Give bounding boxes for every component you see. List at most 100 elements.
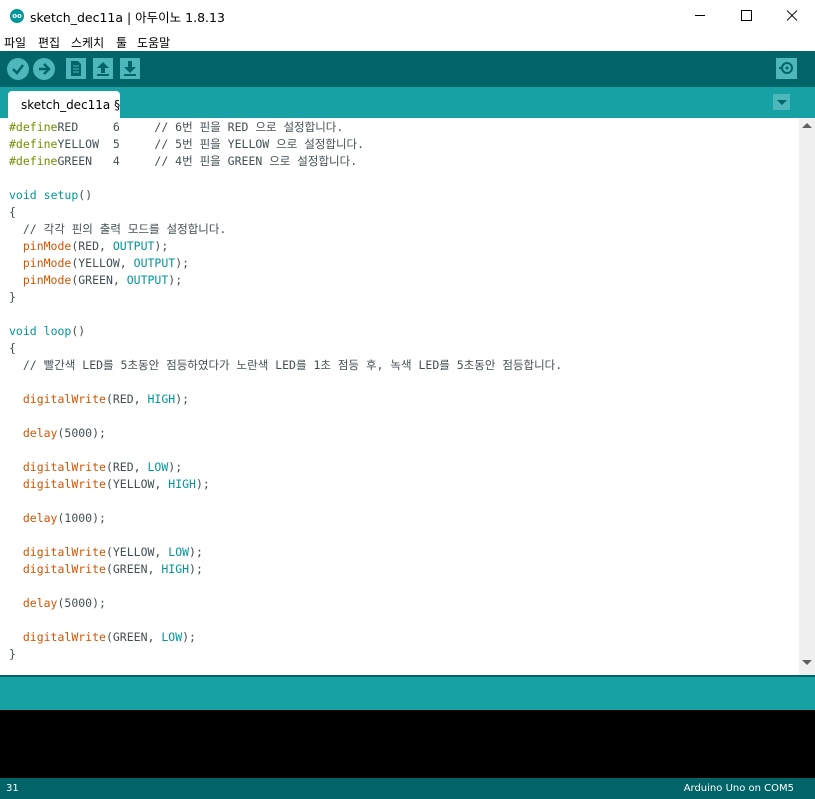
code-token: LOW <box>161 630 183 644</box>
code-token: LOW <box>147 460 169 474</box>
magnifier-icon <box>779 62 793 74</box>
new-file-icon <box>71 61 81 76</box>
code-line: pinMode(RED, OUTPUT); <box>9 238 168 255</box>
code-token: ); <box>175 392 190 406</box>
code-token: #define <box>9 154 58 168</box>
code-token: (YELLOW, <box>105 477 169 491</box>
editor-scrollbar[interactable] <box>799 118 815 675</box>
scroll-up-icon[interactable] <box>802 123 812 128</box>
code-token: (GREEN, <box>71 273 127 287</box>
code-token: pinMode <box>22 256 72 270</box>
code-token: RED 6 <box>57 120 155 134</box>
menu-edit[interactable]: 편집 <box>38 34 60 51</box>
arrow-right-icon <box>39 63 51 75</box>
code-token: HIGH <box>168 477 196 491</box>
code-token: void <box>9 324 37 338</box>
menu-file[interactable]: 파일 <box>4 34 26 51</box>
console-output[interactable] <box>0 710 815 778</box>
code-token: ); <box>168 460 183 474</box>
code-token: setup <box>43 188 79 202</box>
minimize-icon <box>695 15 705 16</box>
code-line: { <box>9 204 16 221</box>
code-token: OUTPUT <box>126 273 169 287</box>
tab-sketch[interactable]: sketch_dec11a § <box>8 91 120 118</box>
code-line: delay(5000); <box>9 425 106 442</box>
code-token: #define <box>9 137 58 151</box>
code-token: digitalWrite <box>22 630 106 644</box>
code-token: void <box>9 188 37 202</box>
code-token: // 5번 핀을 YELLOW 으로 설정합니다. <box>154 137 365 151</box>
toolbar <box>0 51 815 87</box>
code-token: digitalWrite <box>22 392 106 406</box>
title-bar: oo sketch_dec11a | 아두이노 1.8.13 <box>0 0 815 32</box>
menu-sketch[interactable]: 스케치 <box>71 34 104 51</box>
code-token: loop <box>43 324 72 338</box>
code-token: OUTPUT <box>112 239 155 253</box>
code-token: digitalWrite <box>22 562 106 576</box>
open-button[interactable] <box>93 58 113 79</box>
code-editor[interactable]: #defineRED 6 // 6번 핀을 RED 으로 설정합니다. #defi… <box>0 118 799 675</box>
code-token: // 6번 핀을 RED 으로 설정합니다. <box>154 120 344 134</box>
code-token: ); <box>168 273 183 287</box>
new-button[interactable] <box>66 58 86 79</box>
tab-bar: sketch_dec11a § <box>0 87 815 118</box>
code-token: digitalWrite <box>22 477 106 491</box>
close-button[interactable] <box>769 0 815 31</box>
code-line: digitalWrite(GREEN, HIGH); <box>9 561 203 578</box>
code-token: (YELLOW, <box>105 545 169 559</box>
code-line: #defineGREEN 4 // 4번 핀을 GREEN 으로 설정합니다. <box>9 153 357 170</box>
code-token: { <box>9 341 16 355</box>
tab-menu-button[interactable] <box>773 94 790 110</box>
code-line: } <box>9 289 16 306</box>
code-token: (GREEN, <box>105 562 162 576</box>
code-line: void loop() <box>9 323 85 340</box>
code-token: () <box>78 188 93 202</box>
scroll-down-icon[interactable] <box>802 660 812 665</box>
check-icon <box>12 64 24 75</box>
minimize-button[interactable] <box>677 0 723 31</box>
code-line: pinMode(GREEN, OUTPUT); <box>9 272 182 289</box>
code-token: (5000); <box>57 596 106 610</box>
arrow-down-icon <box>124 61 136 76</box>
board-info: Arduino Uno on COM5 <box>683 783 794 794</box>
code-token: (5000); <box>57 426 106 440</box>
code-line: } <box>9 646 16 663</box>
code-token: #define <box>9 120 58 134</box>
verify-button[interactable] <box>7 58 29 80</box>
code-token: GREEN 4 <box>57 154 155 168</box>
save-button[interactable] <box>120 58 140 79</box>
code-token: // 4번 핀을 GREEN 으로 설정합니다. <box>154 154 358 168</box>
code-token: (YELLOW, <box>71 256 134 270</box>
code-token: ); <box>154 239 169 253</box>
maximize-button[interactable] <box>723 0 769 31</box>
menu-help[interactable]: 도움말 <box>137 34 170 51</box>
menu-bar: 파일 편집 스케치 툴 도움말 <box>0 31 815 51</box>
message-area <box>0 677 815 710</box>
code-token: } <box>9 647 16 661</box>
code-line: delay(1000); <box>9 510 106 527</box>
code-line: delay(5000); <box>9 595 106 612</box>
code-line: { <box>9 340 16 357</box>
code-line: // 빨간색 LED를 5초동안 점등하였다가 노란색 LED를 1초 점등 후… <box>9 357 562 374</box>
code-token: delay <box>22 426 58 440</box>
serial-monitor-button[interactable] <box>776 58 797 79</box>
code-token: (GREEN, <box>105 630 162 644</box>
code-token: ); <box>189 545 203 559</box>
code-token: (RED, <box>105 392 148 406</box>
upload-button[interactable] <box>33 58 55 80</box>
code-token: digitalWrite <box>22 545 106 559</box>
code-token: // 빨간색 LED를 5초동안 점등하였다가 노란색 LED를 1초 점등 후… <box>9 358 563 372</box>
code-token: } <box>9 290 16 304</box>
code-line: digitalWrite(RED, HIGH); <box>9 391 189 408</box>
menu-tools[interactable]: 툴 <box>116 34 127 51</box>
code-token: // 각각 핀의 출력 모드를 설정합니다. <box>9 222 227 236</box>
